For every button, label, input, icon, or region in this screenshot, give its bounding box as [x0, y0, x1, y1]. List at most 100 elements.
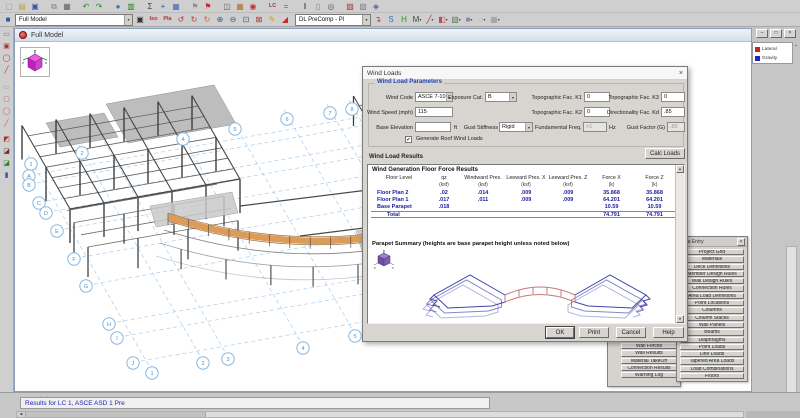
data-entry-button[interactable]: Area Load Definitions: [680, 293, 744, 299]
data-entry-button[interactable]: Point Locations: [680, 300, 744, 306]
red-grid-icon[interactable]: ▨: [344, 1, 356, 12]
generate-roof-checkbox[interactable]: ✔: [405, 136, 412, 143]
gust-stiffness-select[interactable]: Rigid▾: [499, 122, 533, 132]
rotate-right-icon[interactable]: ↻: [188, 14, 200, 25]
member-menu-icon[interactable]: M▾: [411, 14, 423, 25]
data-entry-button[interactable]: Point Loads: [680, 344, 744, 350]
criteria-select-icon[interactable]: ◪: [1, 146, 12, 156]
flag-red-icon[interactable]: ⚑: [202, 1, 214, 12]
rotate-left-icon[interactable]: ↺: [175, 14, 187, 25]
results-scrollbar[interactable]: ▲ ▼: [675, 165, 684, 323]
line-select-icon[interactable]: ╱: [1, 65, 12, 75]
section-sets-icon[interactable]: Σ: [144, 1, 156, 12]
grid-icon[interactable]: ▦: [170, 1, 182, 12]
data-entry-button[interactable]: Deck Definitions: [680, 264, 744, 270]
polygon-unselect-icon[interactable]: ◯: [1, 106, 12, 116]
circle-tool-icon[interactable]: ◌▾: [476, 14, 488, 25]
load-combination-icon[interactable]: LC: [266, 1, 279, 12]
members-icon[interactable]: ‖: [299, 1, 311, 12]
data-entry-button[interactable]: Column Stacks: [680, 315, 744, 321]
copy-icon[interactable]: ⧉: [48, 1, 60, 12]
plan-view-button[interactable]: Pla: [161, 14, 174, 25]
dynamic-view-icon[interactable]: ◉: [247, 1, 259, 12]
data-entry-button[interactable]: Line Loads: [680, 351, 744, 357]
graphic-results-icon[interactable]: ◢: [279, 14, 291, 25]
preview-icon[interactable]: ◎: [325, 1, 337, 12]
results-panel-button[interactable]: Warning Log: [621, 372, 677, 378]
save-icon[interactable]: ▣: [29, 1, 41, 12]
snow-load-icon[interactable]: S: [385, 14, 397, 25]
equal-solve-icon[interactable]: =: [280, 1, 292, 12]
help-icon[interactable]: ◈: [370, 1, 382, 12]
print-preview-icon[interactable]: ▥: [125, 1, 137, 12]
invert-selection-icon[interactable]: ◩: [1, 134, 12, 144]
flag-gray-icon[interactable]: ⚑: [189, 1, 201, 12]
line-unselect-icon[interactable]: ╱: [1, 118, 12, 128]
spreadsheet-icon[interactable]: ▦: [234, 1, 246, 12]
restore-icon[interactable]: □: [770, 29, 782, 38]
new-view-icon[interactable]: ▣: [134, 14, 146, 25]
draw-members-icon[interactable]: ╱▾: [424, 14, 436, 25]
wind-load-icon[interactable]: H: [398, 14, 410, 25]
minimize-icon[interactable]: –: [756, 29, 768, 38]
data-entry-button[interactable]: Member Design Rules: [680, 271, 744, 277]
directionality-kd-input[interactable]: .85: [661, 107, 685, 117]
results-panel-button[interactable]: Wall Forces: [621, 343, 677, 349]
result-selector-combo[interactable]: DL PreComp - Pl ▾: [295, 14, 371, 26]
undo-icon[interactable]: ↶: [80, 1, 92, 12]
wind-speed-input[interactable]: 115: [415, 107, 453, 117]
data-entry-button[interactable]: Diaphragms: [680, 337, 744, 343]
data-entry-button[interactable]: Connection Rules: [680, 285, 744, 291]
data-entry-button[interactable]: Columns: [680, 307, 744, 313]
exposure-cat-select[interactable]: B▾: [485, 92, 517, 102]
box-select-icon[interactable]: ▭: [1, 29, 12, 39]
web-icon[interactable]: ●: [112, 1, 124, 12]
draw-plates-icon[interactable]: ◧▾: [437, 14, 449, 25]
zoom-in-icon[interactable]: ⊕: [214, 14, 226, 25]
help-button[interactable]: Help: [653, 327, 684, 338]
zoom-extents-icon[interactable]: ⊠: [253, 14, 265, 25]
app-window-icon[interactable]: ■: [2, 14, 14, 25]
draw-area-icon[interactable]: ▨▾: [450, 14, 462, 25]
box-unselect-red-icon[interactable]: ▢: [1, 94, 12, 104]
calc-loads-button[interactable]: Calc Loads: [645, 148, 685, 159]
data-entry-button[interactable]: Tapered Area Loads: [680, 358, 744, 364]
data-entry-button[interactable]: Beams: [680, 329, 744, 335]
print-icon[interactable]: ▦: [61, 1, 73, 12]
grid-tool-icon[interactable]: ▦▾: [489, 14, 501, 25]
new-file-icon[interactable]: ▢: [3, 1, 15, 12]
data-entry-button[interactable]: Wall Panels: [680, 322, 744, 328]
horizontal-scrollbar[interactable]: ◀: [16, 411, 744, 418]
pin-icon[interactable]: ▪: [795, 43, 797, 49]
redo-icon[interactable]: ↷: [93, 1, 105, 12]
tile-windows-icon[interactable]: ◫: [221, 1, 233, 12]
save-selection-icon[interactable]: ◪: [1, 158, 12, 168]
close-icon[interactable]: ×: [679, 70, 683, 77]
cancel-button[interactable]: Cancel: [616, 327, 646, 338]
lock-unselected-icon[interactable]: ▮: [1, 170, 12, 180]
data-entry-button[interactable]: Wall Design Rules: [680, 278, 744, 284]
base-elevation-input[interactable]: [415, 122, 451, 132]
close-icon[interactable]: ×: [737, 238, 745, 246]
open-file-icon[interactable]: ▤: [16, 1, 28, 12]
results-panel-button[interactable]: Connection Results: [621, 365, 677, 371]
apply-load-icon[interactable]: ↴: [372, 14, 384, 25]
node-edit-icon[interactable]: +: [157, 1, 169, 12]
zoom-out-icon[interactable]: ⊖: [227, 14, 239, 25]
iso-view-button[interactable]: Iso: [147, 14, 160, 25]
print-button[interactable]: Print: [579, 327, 609, 338]
report-icon[interactable]: ▯: [312, 1, 324, 12]
view-window-titlebar[interactable]: Full Model: [15, 29, 751, 42]
data-entry-button[interactable]: Project Grid: [680, 249, 744, 255]
rotate-iso-icon[interactable]: ↻: [201, 14, 213, 25]
box-select-red-icon[interactable]: ▣: [1, 41, 12, 51]
close-icon[interactable]: ×: [784, 29, 796, 38]
gray-grid-icon[interactable]: ▨: [357, 1, 369, 12]
right-scroll-strip[interactable]: [786, 246, 797, 414]
box-unselect-icon[interactable]: ▭: [1, 82, 12, 92]
data-entry-button[interactable]: Materials: [680, 256, 744, 262]
scrollbar-thumb[interactable]: [26, 412, 206, 417]
topo-k3-input[interactable]: 0: [661, 92, 685, 102]
results-panel-button[interactable]: Wall Results: [621, 350, 677, 356]
polygon-select-icon[interactable]: ◯: [1, 53, 12, 63]
